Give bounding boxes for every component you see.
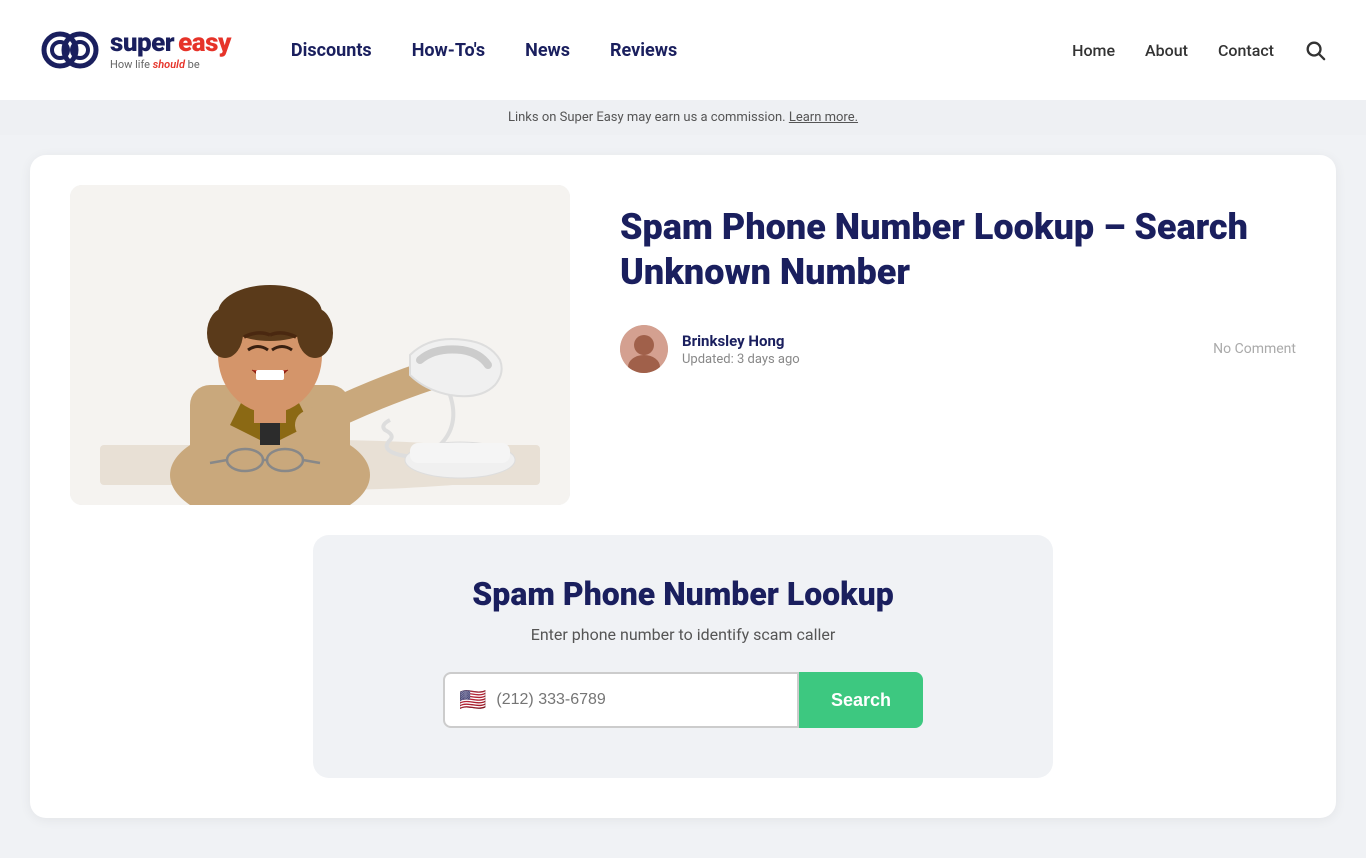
right-nav: Home About Contact [1072, 39, 1326, 61]
commission-bar: Links on Super Easy may earn us a commis… [0, 100, 1366, 135]
main-nav: Discounts How-To's News Reviews [291, 40, 1072, 61]
main-content: Spam Phone Number Lookup – Search Unknow… [0, 135, 1366, 858]
logo-super: super [110, 28, 174, 58]
site-header: super easy How life should be Discounts … [0, 0, 1366, 100]
lookup-widget-subtitle: Enter phone number to identify scam call… [353, 625, 1013, 644]
nav-discounts[interactable]: Discounts [291, 40, 372, 61]
article-content: Spam Phone Number Lookup – Search Unknow… [620, 185, 1296, 373]
search-icon [1304, 39, 1326, 61]
author-updated: Updated: 3 days ago [682, 352, 800, 367]
logo-easy: easy [178, 28, 231, 58]
site-logo[interactable]: super easy How life should be [40, 20, 231, 80]
logo-tagline: How life should be [110, 59, 231, 71]
lookup-input-row: 🇺🇸 Search [443, 672, 923, 728]
nav-contact[interactable]: Contact [1218, 41, 1274, 60]
article-image [70, 185, 570, 505]
lookup-widget-title: Spam Phone Number Lookup [353, 575, 1013, 613]
search-toggle-button[interactable] [1304, 39, 1326, 61]
phone-number-input[interactable] [496, 691, 783, 709]
learn-more-link[interactable]: Learn more. [789, 110, 858, 125]
article-card: Spam Phone Number Lookup – Search Unknow… [30, 155, 1336, 818]
lookup-widget: Spam Phone Number Lookup Enter phone num… [313, 535, 1053, 778]
author-avatar [620, 325, 668, 373]
nav-howtos[interactable]: How-To's [412, 40, 485, 61]
nav-home[interactable]: Home [1072, 41, 1115, 60]
us-flag-icon: 🇺🇸 [459, 688, 486, 713]
nav-news[interactable]: News [525, 40, 570, 61]
nav-about[interactable]: About [1145, 41, 1188, 60]
author-name: Brinksley Hong [682, 332, 800, 350]
article-top: Spam Phone Number Lookup – Search Unknow… [70, 185, 1296, 505]
logo-text: super easy How life should be [110, 29, 231, 72]
phone-input-wrapper: 🇺🇸 [443, 672, 799, 728]
author-info: Brinksley Hong Updated: 3 days ago [682, 332, 800, 367]
logo-icon [40, 20, 100, 80]
no-comment-label: No Comment [1213, 341, 1296, 357]
nav-reviews[interactable]: Reviews [610, 40, 677, 61]
logo-tagline-em: should [153, 58, 185, 71]
lookup-search-button[interactable]: Search [799, 672, 923, 728]
article-title: Spam Phone Number Lookup – Search Unknow… [620, 205, 1296, 295]
author-row: Brinksley Hong Updated: 3 days ago No Co… [620, 325, 1296, 373]
commission-text: Links on Super Easy may earn us a commis… [508, 110, 786, 125]
